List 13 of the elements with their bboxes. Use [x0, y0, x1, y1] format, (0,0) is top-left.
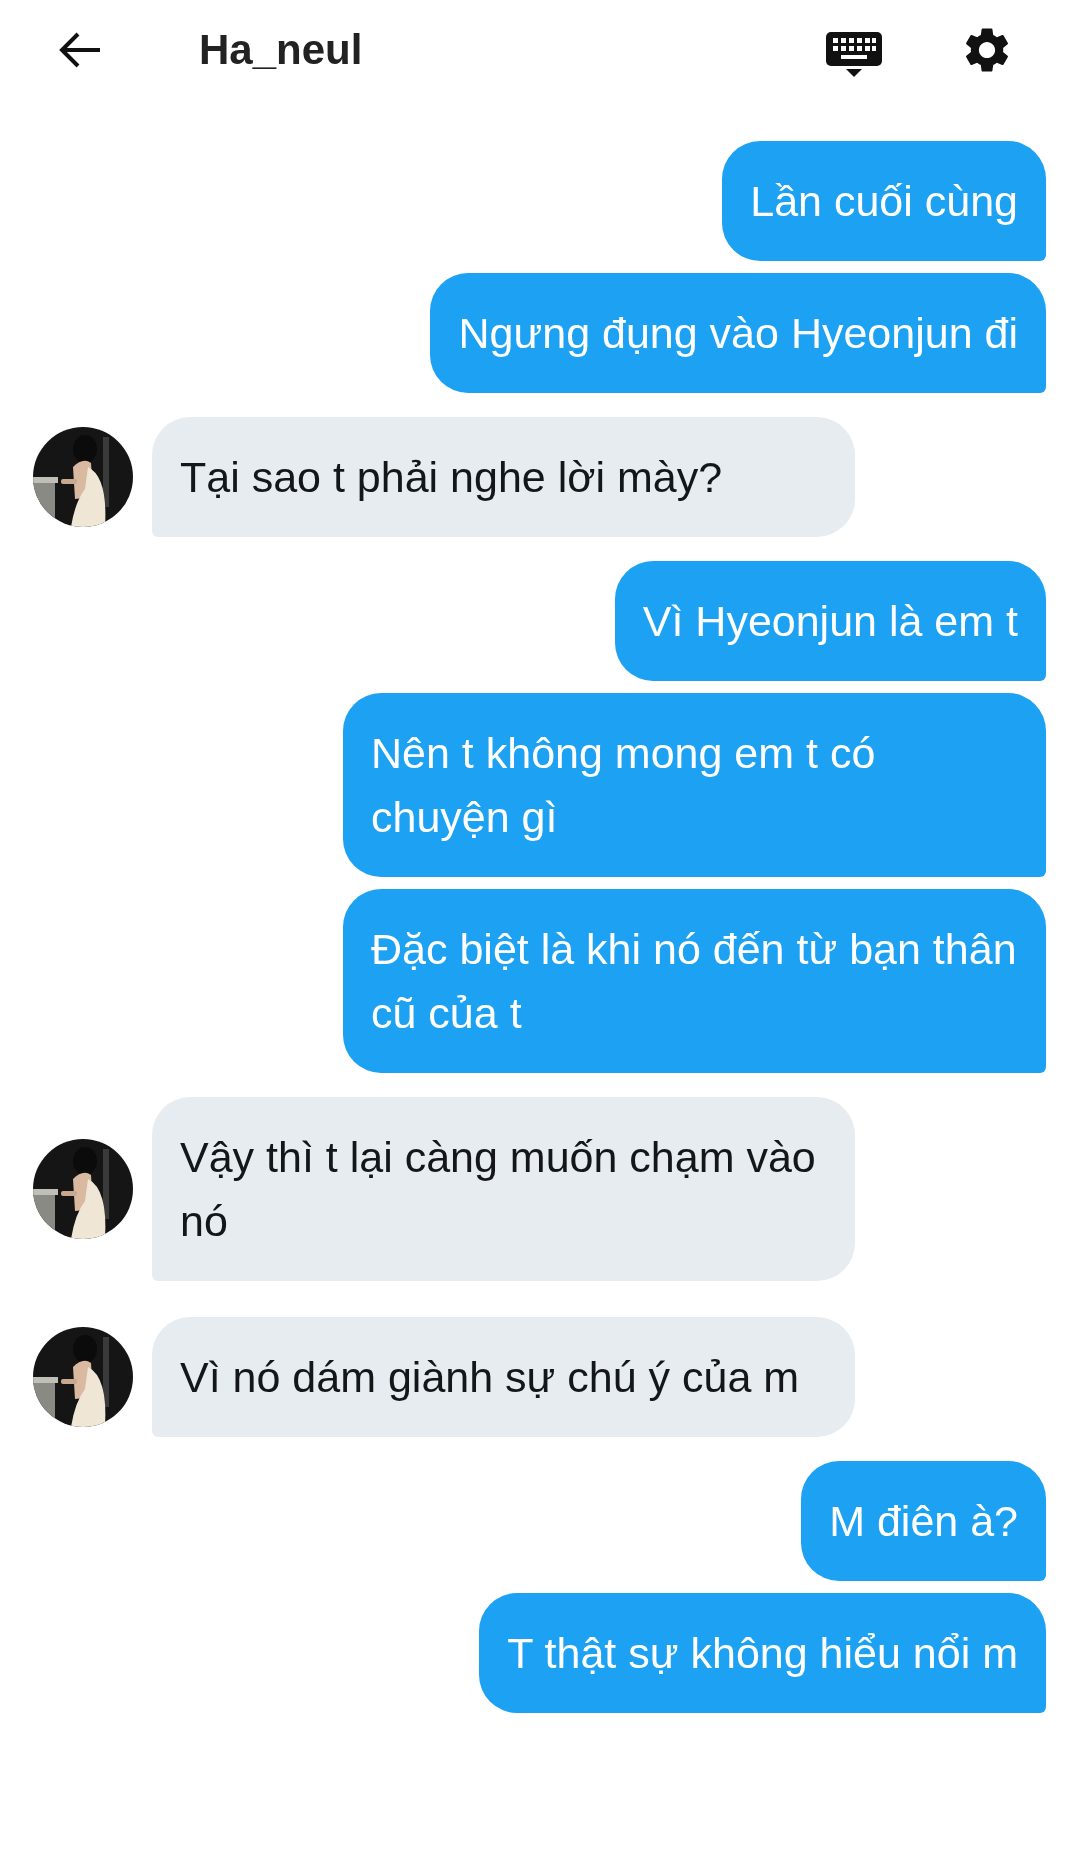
message-bubble: Nên t không mong em t có chuyện gì: [343, 693, 1046, 877]
message-bubble: Tại sao t phải nghe lời mày?: [152, 417, 855, 537]
message-bubble: M điên à?: [801, 1461, 1046, 1581]
message-bubble: T thật sự không hiểu nổi m: [479, 1593, 1046, 1713]
message-bubble: Vì nó dám giành sự chú ý của m: [152, 1317, 855, 1437]
message-bubble: Lần cuối cùng: [722, 141, 1046, 261]
chat-title: Ha_neul: [199, 26, 363, 74]
keyboard-icon[interactable]: [826, 32, 882, 78]
back-arrow-icon[interactable]: [58, 32, 102, 68]
message-bubble: Đặc biệt là khi nó đến từ bạn thân cũ của t: [343, 889, 1046, 1073]
message-bubble: Vì Hyeonjun là em t: [614, 561, 1046, 681]
message-bubble: Ngưng đụng vào Hyeonjun đi: [430, 273, 1046, 393]
message-bubble: Vậy thì t lại càng muốn chạm vào nó: [152, 1097, 855, 1281]
